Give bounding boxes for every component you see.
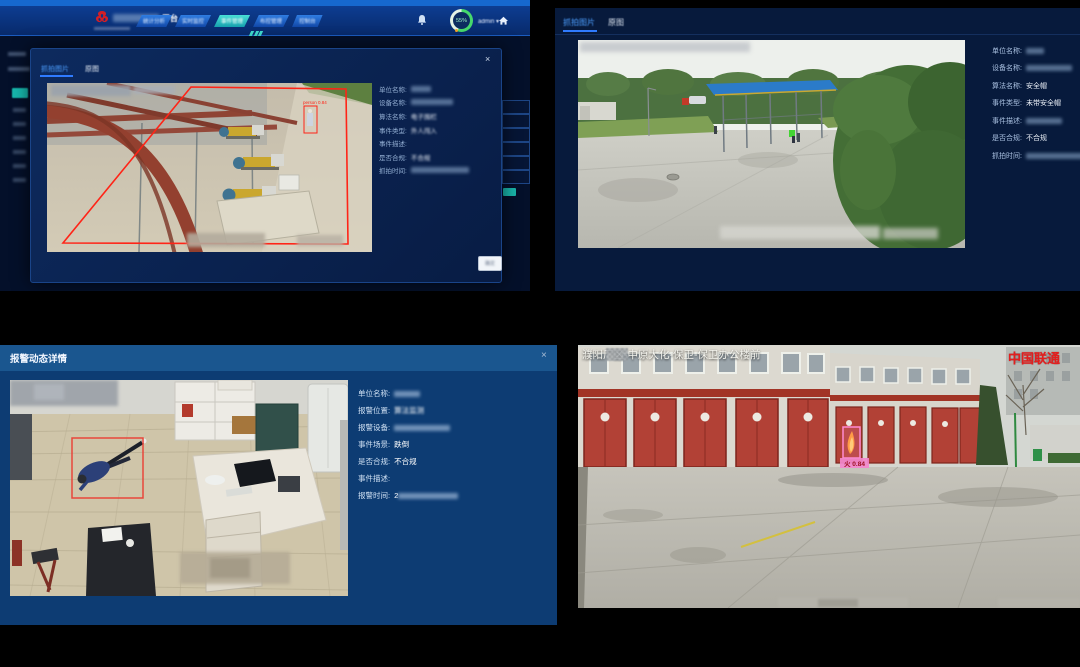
capture-detail-panel: 抓拍图片 原图 bbox=[555, 8, 1080, 291]
active-tab-underline bbox=[40, 75, 73, 77]
form-row bbox=[502, 142, 530, 156]
detail-field: 事件描述: bbox=[358, 470, 458, 487]
china-unicom-watermark: 中国联通 bbox=[1008, 348, 1060, 367]
tab-capture-image[interactable]: 抓拍图片 bbox=[41, 64, 69, 74]
detection-label: person 0.84 bbox=[303, 100, 327, 105]
detail-field: 事件类型: 外人闯入 bbox=[379, 123, 469, 137]
gauge-percent: 55% bbox=[453, 12, 470, 29]
detail-field: 是否合规: 不合规 bbox=[379, 150, 469, 164]
decorative-dashes bbox=[250, 31, 262, 36]
detail-field: 单位名称: bbox=[992, 42, 1080, 60]
fire-detection-box bbox=[843, 427, 860, 458]
close-icon[interactable]: × bbox=[485, 54, 490, 64]
surveillance-screenshot-collage: { "colors": {"accent_teal":"#38d6c8","al… bbox=[0, 0, 1080, 667]
camera-image-office-fall bbox=[10, 380, 348, 596]
user-menu[interactable]: admin ▾ bbox=[478, 18, 499, 25]
list-item bbox=[13, 108, 26, 112]
detail-field: 设备名称: bbox=[379, 96, 469, 110]
filter-chip-active[interactable] bbox=[12, 88, 28, 98]
detail-field: 报警设备: bbox=[358, 419, 458, 436]
camera-image-industrial: person 0.84 bbox=[47, 83, 372, 252]
gauge-warning-dot bbox=[455, 29, 458, 32]
tab-original-image[interactable]: 原图 bbox=[608, 17, 624, 28]
detail-field: 单位名称: bbox=[379, 82, 469, 96]
list-item bbox=[13, 150, 26, 154]
tab-capture-image[interactable]: 抓拍图片 bbox=[563, 17, 595, 28]
brand-subtitle-redacted bbox=[94, 27, 130, 30]
alarm-detail-dialog: 报警动态详情 × bbox=[0, 345, 557, 625]
selected-tag-chip[interactable] bbox=[503, 188, 516, 196]
list-item bbox=[13, 122, 26, 126]
detail-field: 是否合规: 不合规 bbox=[992, 130, 1080, 148]
detail-field: 事件描述: bbox=[379, 136, 469, 150]
navbar-tab[interactable]: 控制台 bbox=[292, 15, 323, 27]
form-row bbox=[502, 170, 530, 184]
camera-frame-firestation: 火 0.84 濮阳厂区-中原大化-保卫-保卫办公楼前 中国联通 bbox=[578, 345, 1080, 608]
title-redaction-patch bbox=[606, 348, 628, 361]
detail-field: 事件场景: 跌倒 bbox=[358, 436, 458, 453]
detail-field: 抓拍时间: bbox=[992, 147, 1080, 165]
home-icon[interactable] bbox=[498, 15, 509, 26]
navbar-tab[interactable]: 实时监控 bbox=[175, 15, 211, 27]
dialog-header: 报警动态详情 × bbox=[0, 345, 557, 371]
camera-image-yard bbox=[578, 40, 965, 248]
active-tab-underline bbox=[563, 30, 597, 32]
detail-field: 报警时间: 2 bbox=[358, 487, 458, 504]
navbar: 平台 统计分析 实时监控 事件管理 布控管理 bbox=[0, 6, 530, 36]
page-text-redacted bbox=[8, 52, 26, 56]
health-gauge[interactable]: 55% bbox=[450, 9, 473, 32]
camera-image-firestation: 火 0.84 bbox=[578, 345, 1080, 608]
detail-field: 单位名称: bbox=[358, 385, 458, 402]
detail-field: 算法名称: 安全帽 bbox=[992, 77, 1080, 95]
form-row bbox=[502, 156, 530, 170]
header-divider bbox=[555, 34, 1080, 35]
detail-field: 算法名称: 电子围栏 bbox=[379, 109, 469, 123]
detail-fields: 单位名称: 设备名称: 算法名称: 安全帽 事件类型: 未带安全帽 bbox=[992, 42, 1080, 165]
navbar-tab[interactable]: 事件管理 bbox=[214, 15, 250, 27]
china-unicom-logo-icon bbox=[94, 10, 110, 26]
alarm-fields: 单位名称: 报警位置: 算法监测 报警设备: 事件场景: 跌倒 bbox=[358, 385, 458, 504]
list-item bbox=[13, 178, 26, 182]
confirm-button[interactable]: 确定 bbox=[478, 256, 502, 271]
bell-icon[interactable] bbox=[417, 14, 427, 26]
navbar-tabs: 统计分析 实时监控 事件管理 布控管理 控制台 bbox=[136, 15, 323, 27]
platform-screenshot: 平台 统计分析 实时监控 事件管理 布控管理 bbox=[0, 0, 530, 291]
form-row bbox=[502, 114, 530, 128]
detail-field: 设备名称: bbox=[992, 60, 1080, 78]
detail-field: 报警位置: 算法监测 bbox=[358, 402, 458, 419]
detail-field: 事件类型: 未带安全帽 bbox=[992, 95, 1080, 113]
detail-field: 是否合规: 不合规 bbox=[358, 453, 458, 470]
close-icon[interactable]: × bbox=[541, 350, 547, 361]
navbar-tab[interactable]: 布控管理 bbox=[253, 15, 289, 27]
detail-field: 事件描述: bbox=[992, 112, 1080, 130]
tab-original-image[interactable]: 原图 bbox=[85, 64, 99, 74]
list-item bbox=[13, 136, 26, 140]
form-row bbox=[502, 128, 530, 142]
detail-field: 抓拍时间: bbox=[379, 164, 469, 178]
dialog-title: 报警动态详情 bbox=[10, 351, 67, 365]
form-row bbox=[502, 100, 530, 114]
capture-detail-popup: × 抓拍图片 原图 bbox=[30, 48, 502, 283]
navbar-tab[interactable]: 统计分析 bbox=[136, 15, 172, 27]
list-item bbox=[13, 164, 26, 168]
fire-detection-label: 火 0.84 bbox=[844, 460, 865, 468]
detail-fields: 单位名称: 设备名称: 算法名称: 电子围栏 事件类型: bbox=[379, 82, 469, 177]
page-text-redacted bbox=[8, 67, 30, 71]
